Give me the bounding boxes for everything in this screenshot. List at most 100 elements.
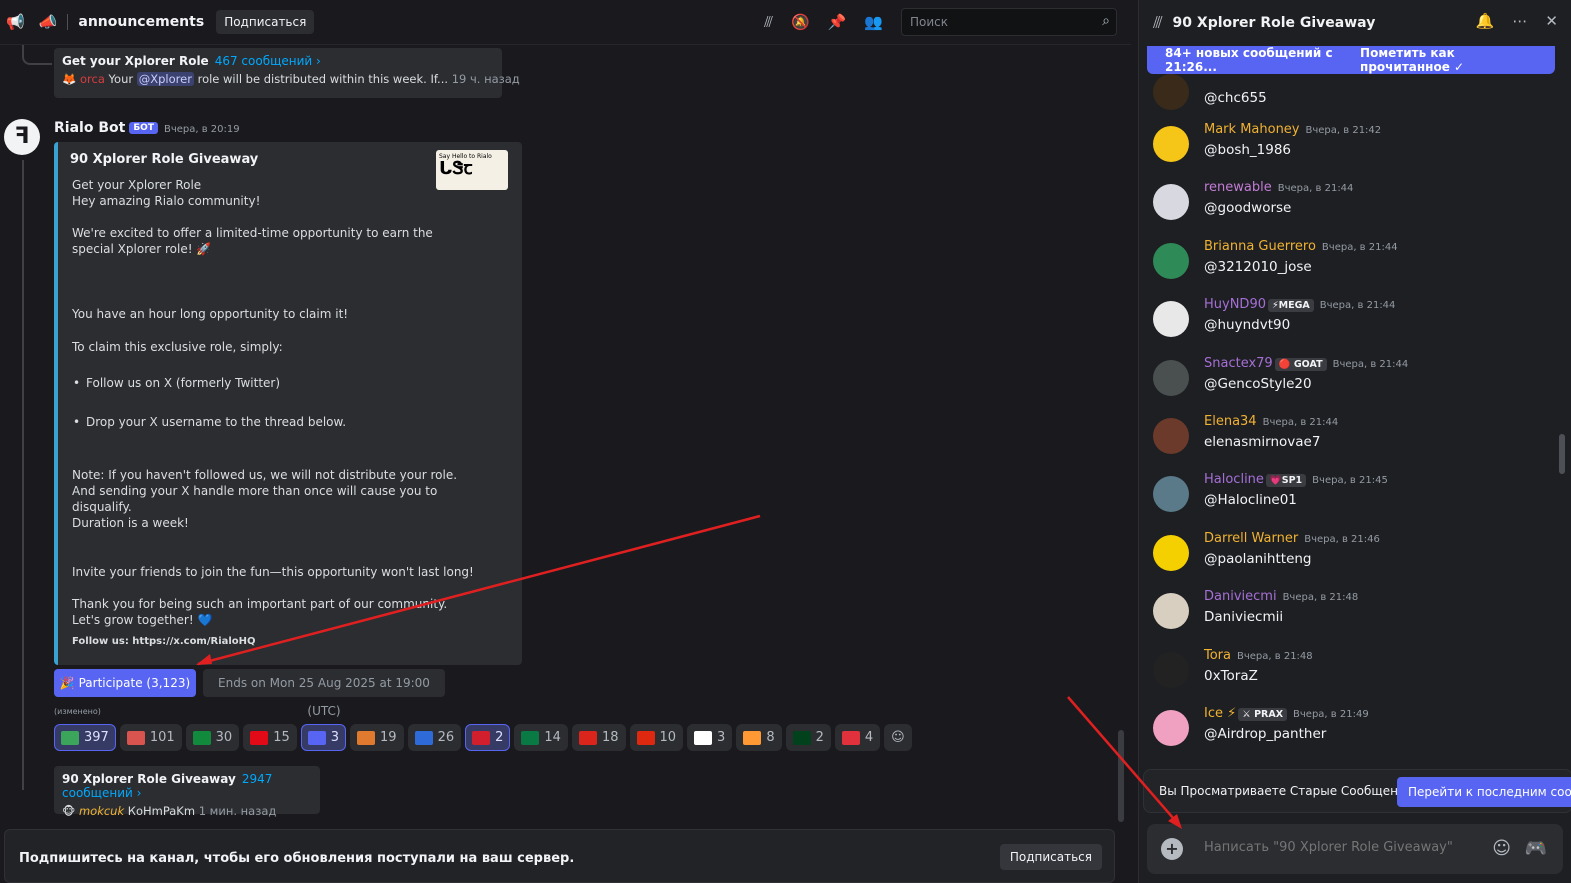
author-name[interactable]: Daniviecmi [1204, 589, 1277, 604]
author-name[interactable]: Elena34 [1204, 414, 1257, 429]
avatar[interactable]: ꟻ [4, 119, 40, 155]
message-time: Вчера, в 20:19 [163, 124, 240, 135]
add-attachment-icon[interactable]: + [1161, 838, 1183, 860]
thread-message: Ice ⚡ ⚔ PRAX Вчера, в 21:49 @Airdrop_panthe… [1153, 706, 1553, 764]
avatar[interactable] [1153, 652, 1189, 688]
reaction-button[interactable]: 397 [54, 724, 116, 751]
reaction-button[interactable]: 4 [834, 724, 881, 751]
mute-icon[interactable]: 🔕 [791, 13, 810, 31]
author-name[interactable]: Rialo Bot [54, 120, 125, 136]
more-icon[interactable]: ⋯ [1512, 12, 1527, 30]
embed-thumbnail[interactable]: Say Hello to Rialo ᒐᏕꞇ [436, 150, 508, 190]
embed-footer: Follow us: https://x.com/RialoHQ [72, 636, 256, 647]
scrollbar[interactable] [1118, 730, 1124, 822]
reaction-button[interactable]: 26 [407, 724, 462, 751]
gamepad-icon[interactable]: 🎮 [1525, 838, 1547, 859]
thread-text: КоНmPaKm [127, 804, 196, 818]
message-header: Brianna Guerrero Вчера, в 21:44 [1204, 239, 1398, 254]
reaction-button[interactable]: 14 [514, 724, 568, 751]
new-messages-bar[interactable]: 84+ новых сообщений с 21:26... Пометить … [1147, 46, 1555, 74]
author-name[interactable]: Tora [1204, 648, 1231, 663]
reaction-button[interactable]: 3 [687, 724, 733, 751]
reaction-button[interactable]: 101 [119, 724, 182, 751]
message-text: @paolanihtteng [1204, 551, 1312, 567]
subscribe-button[interactable]: Подписаться [999, 844, 1102, 870]
avatar[interactable] [1153, 710, 1189, 746]
avatar[interactable] [1153, 360, 1189, 396]
thread-author[interactable]: mokcuk [79, 804, 124, 818]
reaction-button[interactable]: 2 [785, 724, 831, 751]
avatar[interactable] [1153, 74, 1189, 110]
message-time: Вчера, в 21:44 [1332, 359, 1409, 370]
participate-button[interactable]: 🎉 Participate (3,123) [54, 669, 196, 697]
mark-read-button[interactable]: Пометить как прочитанное ✓ [1360, 46, 1537, 74]
pin-icon[interactable]: 📌 [828, 13, 847, 31]
author-name[interactable]: HuyND90 [1204, 297, 1266, 312]
avatar[interactable] [1153, 301, 1189, 337]
embed-line: Let's grow together! 💙 [72, 613, 213, 627]
message-time: Вчера, в 21:44 [1277, 183, 1354, 194]
message-header: Darrell Warner Вчера, в 21:46 [1204, 531, 1380, 546]
avatar[interactable] [1153, 418, 1189, 454]
author-name[interactable]: Snactex79 [1204, 356, 1273, 371]
reaction-button[interactable]: 3 [300, 724, 347, 751]
reaction-button[interactable]: 19 [350, 724, 404, 751]
embed-line: To claim this exclusive role, simply: [72, 340, 283, 354]
add-reaction-icon[interactable]: ☺ [884, 724, 912, 751]
author-name[interactable]: Ice ⚡ [1204, 706, 1236, 721]
author-name[interactable]: Brianna Guerrero [1204, 239, 1316, 254]
reaction-button[interactable]: 10 [629, 724, 684, 751]
message-text: @goodworse [1204, 200, 1292, 216]
reaction-button[interactable]: 18 [571, 724, 626, 751]
header-subscribe-button[interactable]: Подписаться [216, 10, 315, 34]
role-badge: ⚡MEGA [1268, 299, 1314, 312]
reaction-button[interactable]: 30 [185, 724, 240, 751]
reaction-emoji-icon [307, 730, 326, 745]
emoji-icon[interactable]: ☺ [1492, 838, 1511, 859]
old-messages-text: Вы Просматриваете Старые Сообщения [1159, 784, 1413, 798]
header-toolbar: ⫻ 🔕 📌 👥 Поиск ⌕ [764, 8, 1117, 36]
thread-message: @chc655 [1153, 70, 1553, 128]
thread-line [22, 160, 24, 790]
reaction-button[interactable]: 15 [243, 724, 297, 751]
avatar[interactable] [1153, 243, 1189, 279]
bell-icon[interactable]: 🔔 [1476, 12, 1495, 30]
author-name[interactable]: renewable [1204, 180, 1272, 195]
message-input[interactable] [1204, 840, 1484, 855]
jump-to-latest-button[interactable]: Перейти к последним сообщениям [1397, 777, 1571, 807]
thread-author[interactable]: orca [80, 72, 105, 86]
mark-read-icon: ✓ [1454, 60, 1465, 74]
embed-bullet: Follow us on X (formerly Twitter) [73, 376, 280, 390]
scrollbar[interactable] [1559, 434, 1565, 474]
avatar[interactable] [1153, 184, 1189, 220]
thread-panel-title: 90 Xplorer Role Giveaway [1172, 14, 1376, 31]
embed-line: And sending your X handle more than once… [72, 484, 438, 498]
thread-title: Get your Xplorer Role [62, 54, 209, 68]
thread-text-pre: Your [108, 72, 134, 86]
avatar[interactable] [1153, 535, 1189, 571]
thread-preview-bottom[interactable]: 90 Xplorer Role Giveaway 2947 сообщений ›… [54, 766, 320, 818]
author-name[interactable]: Darrell Warner [1204, 531, 1298, 546]
message-time: Вчера, в 21:45 [1312, 475, 1388, 486]
reaction-button[interactable]: 2 [465, 724, 511, 751]
members-icon[interactable]: 👥 [864, 13, 883, 31]
thread-preview-top[interactable]: Get your Xplorer Role 467 сообщений › 🦊 o… [54, 48, 520, 98]
role-badge: 🔴 GOAT [1274, 358, 1327, 371]
author-name[interactable]: Halocline [1204, 472, 1264, 487]
avatar[interactable] [1153, 593, 1189, 629]
author-name[interactable]: Mark Mahoney [1204, 122, 1300, 137]
edited-label: (изменено) [54, 707, 101, 716]
role-mention[interactable]: @Xplorer [136, 72, 194, 86]
announcement-icon: 📣 [38, 13, 58, 31]
reaction-button[interactable]: 8 [736, 724, 782, 751]
message-time: Вчера, в 21:49 [1293, 709, 1369, 720]
threads-icon[interactable]: ⫻ [764, 13, 773, 31]
thread-message: Tora Вчера, в 21:48 0xToraZ [1153, 648, 1553, 706]
avatar[interactable] [1153, 126, 1189, 162]
avatar[interactable] [1153, 476, 1189, 512]
search-input[interactable]: Поиск ⌕ [901, 8, 1117, 36]
app: 📢 📣 announcements Подписаться ⫻ 🔕 📌 👥 По… [0, 0, 1571, 883]
thread-time: 1 мин. назад [198, 804, 277, 818]
close-icon[interactable]: ✕ [1545, 12, 1558, 30]
thread-count[interactable]: 467 сообщений › [215, 54, 321, 68]
